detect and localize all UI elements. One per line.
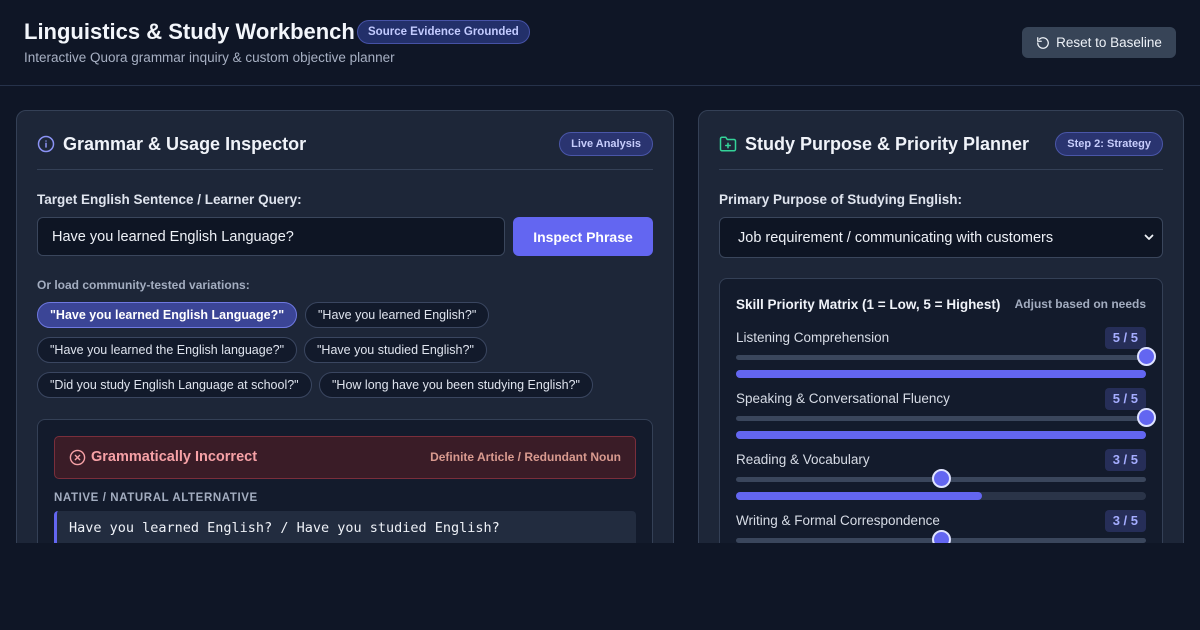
skill-score-badge: 5 / 5	[1104, 327, 1146, 349]
info-circle-icon	[37, 135, 55, 153]
query-label: Target English Sentence / Learner Query:	[37, 192, 302, 207]
priority-meter-fill	[736, 431, 1146, 439]
priority-slider[interactable]	[736, 416, 1146, 421]
matrix-hint: Adjust based on needs	[1014, 297, 1146, 311]
folder-plus-icon	[719, 136, 737, 152]
verdict-text: Grammatically Incorrect	[91, 449, 258, 465]
reset-label: Reset to Baseline	[1056, 35, 1162, 50]
live-analysis-pill: Live Analysis	[559, 132, 653, 156]
skill-name: Listening Comprehension	[736, 330, 890, 345]
x-circle-icon	[69, 449, 86, 466]
priority-meter	[736, 492, 1146, 500]
main-content: Grammar & Usage Inspector Live Analysis …	[0, 86, 1200, 543]
priority-meter	[736, 370, 1146, 378]
query-input[interactable]	[37, 217, 505, 256]
skill-row: Listening Comprehension 5 / 5	[736, 327, 1156, 387]
priority-meter-fill	[736, 492, 982, 500]
issue-tag: Definite Article / Redundant Noun	[430, 450, 621, 464]
variation-chip[interactable]: "How long have you been studying English…	[319, 372, 593, 398]
skill-row: Writing & Formal Correspondence 3 / 5	[736, 510, 1146, 543]
app-subtitle: Interactive Quora grammar inquiry & cust…	[24, 50, 395, 65]
reset-button[interactable]: Reset to Baseline	[1022, 27, 1176, 58]
variations-label: Or load community-tested variations:	[37, 278, 250, 292]
slider-thumb[interactable]	[932, 530, 951, 543]
slider-thumb[interactable]	[1137, 347, 1156, 366]
analysis-result: Grammatically Incorrect Definite Article…	[37, 419, 653, 543]
skill-row: Speaking & Conversational Fluency 5 / 5	[736, 388, 1156, 448]
variation-chip[interactable]: "Did you study English Language at schoo…	[37, 372, 312, 398]
priority-slider[interactable]	[736, 355, 1146, 360]
app-title: Linguistics & Study Workbench	[24, 19, 355, 44]
skill-priority-matrix: Skill Priority Matrix (1 = Low, 5 = High…	[719, 278, 1163, 543]
skill-name: Reading & Vocabulary	[736, 452, 870, 467]
purpose-label: Primary Purpose of Studying English:	[719, 192, 963, 207]
panel-header: Study Purpose & Priority Planner Step 2:…	[719, 111, 1163, 170]
study-planner-panel: Study Purpose & Priority Planner Step 2:…	[698, 110, 1184, 543]
panel-title: Grammar & Usage Inspector	[63, 134, 307, 154]
purpose-select[interactable]: Job requirement / communicating with cus…	[719, 217, 1163, 258]
skill-score-badge: 3 / 5	[1104, 510, 1146, 532]
alternative-text: Have you learned English? / Have you stu…	[69, 520, 500, 536]
skill-name: Speaking & Conversational Fluency	[736, 391, 950, 406]
inspect-button[interactable]: Inspect Phrase	[513, 217, 653, 256]
variation-chip[interactable]: "Have you learned the English language?"	[37, 337, 298, 363]
rotate-ccw-icon	[1037, 36, 1049, 49]
panel-title: Study Purpose & Priority Planner	[745, 134, 1030, 154]
skill-name: Writing & Formal Correspondence	[736, 513, 940, 528]
matrix-title: Skill Priority Matrix (1 = Low, 5 = High…	[736, 297, 1001, 312]
step-pill: Step 2: Strategy	[1055, 132, 1163, 156]
skill-score-badge: 5 / 5	[1104, 388, 1146, 410]
variation-chip[interactable]: "Have you learned English?"	[305, 302, 490, 328]
panel-header: Grammar & Usage Inspector Live Analysis	[37, 111, 653, 170]
purpose-selected-value: Job requirement / communicating with cus…	[738, 230, 1054, 246]
alternative-box: Have you learned English? / Have you stu…	[54, 511, 636, 543]
slider-thumb[interactable]	[1137, 408, 1156, 427]
variation-chip[interactable]: "Have you studied English?"	[304, 337, 487, 363]
alternative-label: NATIVE / NATURAL ALTERNATIVE	[54, 492, 258, 504]
source-badge: Source Evidence Grounded	[357, 20, 530, 44]
verdict-banner: Grammatically Incorrect Definite Article…	[54, 436, 636, 479]
grammar-inspector-panel: Grammar & Usage Inspector Live Analysis …	[16, 110, 674, 543]
skill-score-badge: 3 / 5	[1104, 449, 1146, 471]
skill-row: Reading & Vocabulary 3 / 5	[736, 449, 1146, 509]
top-bar: Linguistics & Study Workbench Source Evi…	[0, 0, 1200, 86]
variation-chip[interactable]: "Have you learned English Language?"	[37, 302, 298, 328]
priority-meter-fill	[736, 370, 1146, 378]
slider-thumb[interactable]	[932, 469, 951, 488]
priority-meter	[736, 431, 1146, 439]
chevron-down-icon	[1144, 234, 1154, 240]
